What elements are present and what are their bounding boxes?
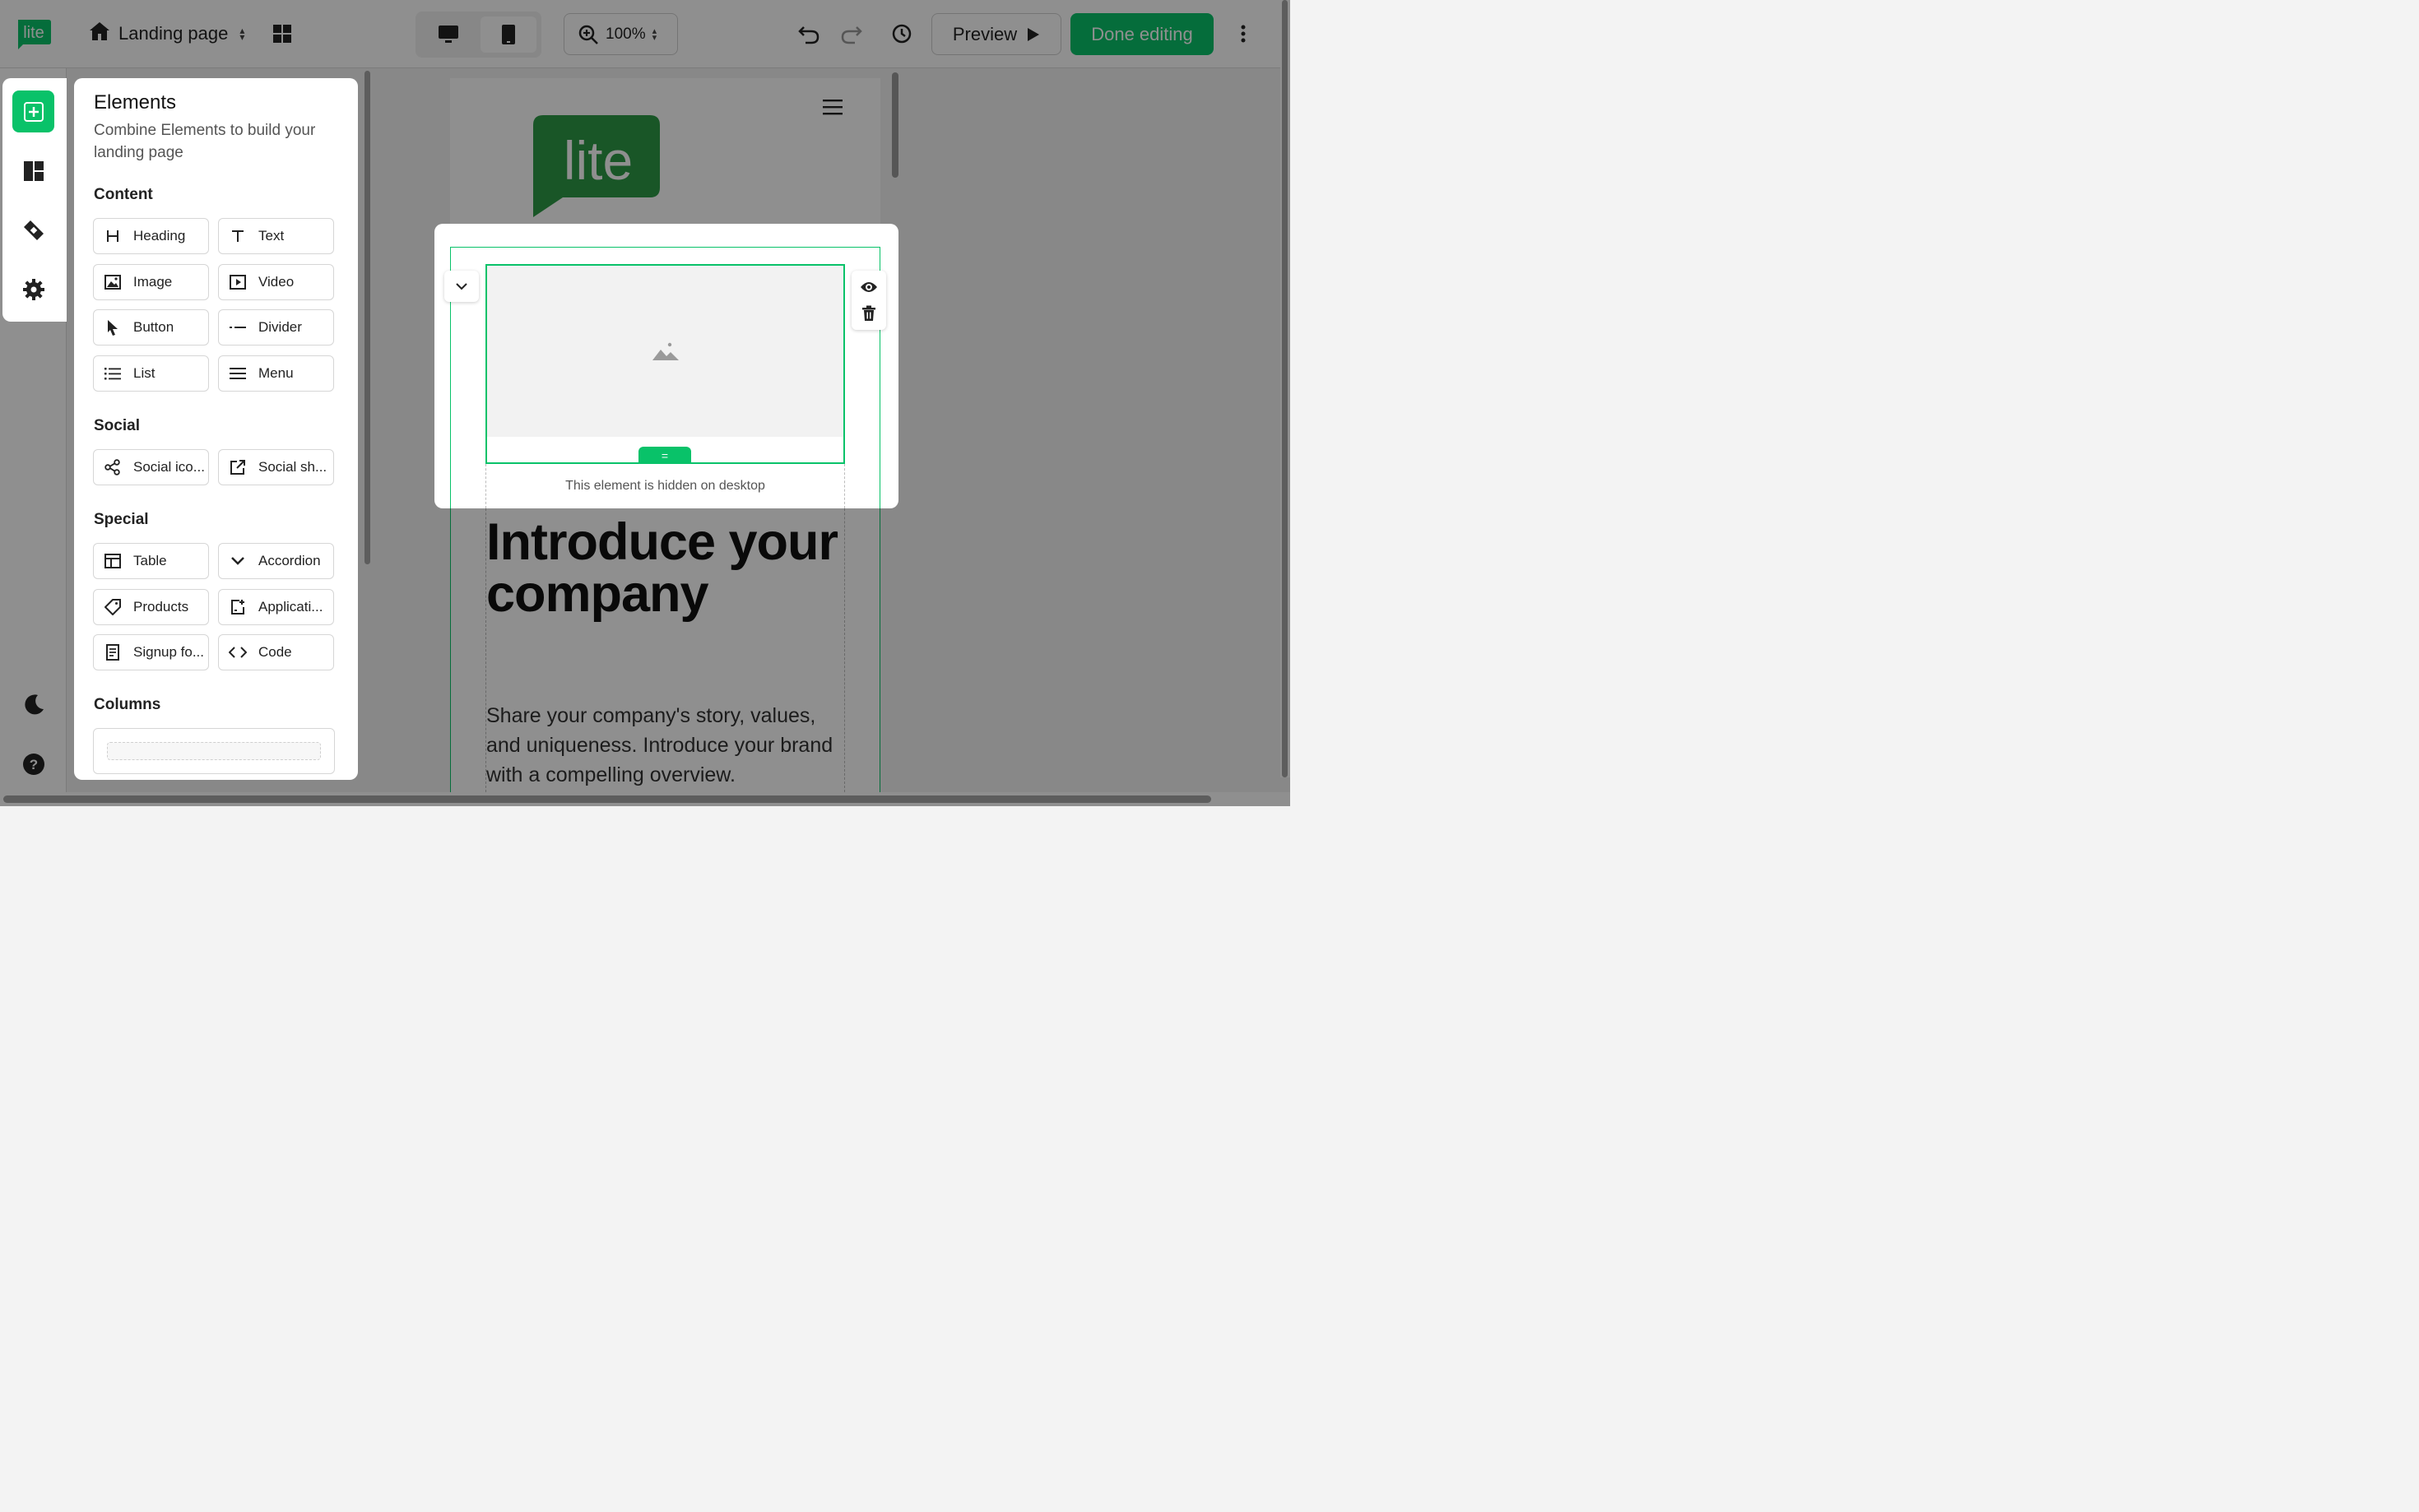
element-accordion[interactable]: Accordion — [218, 543, 334, 579]
visibility-button[interactable] — [852, 274, 886, 300]
mountain-image-icon — [652, 342, 679, 360]
form-icon — [104, 643, 122, 661]
element-menu[interactable]: Menu — [218, 355, 334, 392]
element-video[interactable]: Video — [218, 264, 334, 300]
app-form-icon — [229, 598, 247, 616]
element-label: Code — [258, 644, 292, 660]
element-list[interactable]: List — [93, 355, 209, 392]
element-label: Text — [258, 228, 285, 243]
layout-icon — [23, 160, 44, 181]
tag-icon — [104, 598, 122, 616]
divider-icon — [229, 318, 247, 336]
element-social-icons[interactable]: Social ico... — [93, 449, 209, 485]
element-label: Accordion — [258, 553, 321, 568]
element-table[interactable]: Table — [93, 543, 209, 579]
paint-brush-icon — [23, 220, 44, 240]
section-special-heading: Special — [94, 511, 149, 528]
image-placeholder — [487, 266, 843, 437]
code-icon — [229, 643, 247, 661]
element-label: Applicati... — [258, 599, 323, 615]
section-columns-heading: Columns — [94, 696, 161, 713]
collapse-button[interactable] — [444, 271, 479, 302]
share-nodes-icon — [104, 458, 122, 476]
element-label: Social ico... — [133, 459, 205, 475]
drag-handle[interactable]: = — [638, 447, 691, 464]
element-application[interactable]: Applicati... — [218, 589, 334, 625]
image-icon — [104, 273, 122, 291]
chevron-down-icon — [456, 283, 467, 290]
hidden-on-desktop-note: This element is hidden on desktop — [485, 464, 845, 508]
element-label: Signup fo... — [133, 644, 205, 660]
delete-button[interactable] — [852, 300, 886, 327]
section-social-heading: Social — [94, 417, 140, 434]
element-image[interactable]: Image — [93, 264, 209, 300]
heading-icon — [104, 227, 122, 245]
element-label: Video — [258, 274, 295, 290]
eye-icon — [861, 282, 877, 292]
external-link-icon — [229, 458, 247, 476]
elements-panel: Elements Combine Elements to build your … — [74, 78, 358, 780]
element-social-share[interactable]: Social sh... — [218, 449, 334, 485]
element-label: Menu — [258, 365, 294, 381]
element-label: List — [133, 365, 156, 381]
settings-button[interactable] — [12, 268, 54, 310]
element-label: Social sh... — [258, 459, 327, 475]
column-layout-option[interactable] — [93, 728, 335, 774]
table-icon — [104, 552, 122, 570]
panel-subtitle: Combine Elements to build your landing p… — [94, 122, 316, 161]
image-element[interactable] — [485, 264, 845, 464]
plus-icon — [23, 101, 44, 122]
section-content-heading: Content — [94, 186, 153, 203]
left-rail-active — [2, 78, 67, 322]
video-icon — [229, 273, 247, 291]
element-label: Heading — [133, 228, 186, 243]
styles-button[interactable] — [12, 209, 54, 251]
element-label: Image — [133, 274, 173, 290]
add-elements-button[interactable] — [12, 90, 54, 132]
element-label: Button — [133, 319, 174, 335]
text-icon — [229, 227, 247, 245]
trash-icon — [862, 305, 875, 321]
layout-button[interactable] — [12, 150, 54, 192]
element-heading[interactable]: Heading — [93, 218, 209, 254]
element-divider[interactable]: Divider — [218, 309, 334, 346]
gear-icon — [22, 278, 44, 300]
panel-title: Elements — [94, 91, 177, 114]
element-signup-form[interactable]: Signup fo... — [93, 634, 209, 670]
list-icon — [104, 364, 122, 383]
element-button[interactable]: Button — [93, 309, 209, 346]
chevron-down-icon — [229, 552, 247, 570]
menu-icon — [229, 364, 247, 383]
element-text[interactable]: Text — [218, 218, 334, 254]
cursor-icon — [104, 318, 122, 336]
element-label: Table — [133, 553, 167, 568]
element-tools — [852, 271, 886, 330]
element-code[interactable]: Code — [218, 634, 334, 670]
element-label: Products — [133, 599, 189, 615]
column-placeholder — [107, 742, 321, 760]
element-products[interactable]: Products — [93, 589, 209, 625]
element-label: Divider — [258, 319, 302, 335]
